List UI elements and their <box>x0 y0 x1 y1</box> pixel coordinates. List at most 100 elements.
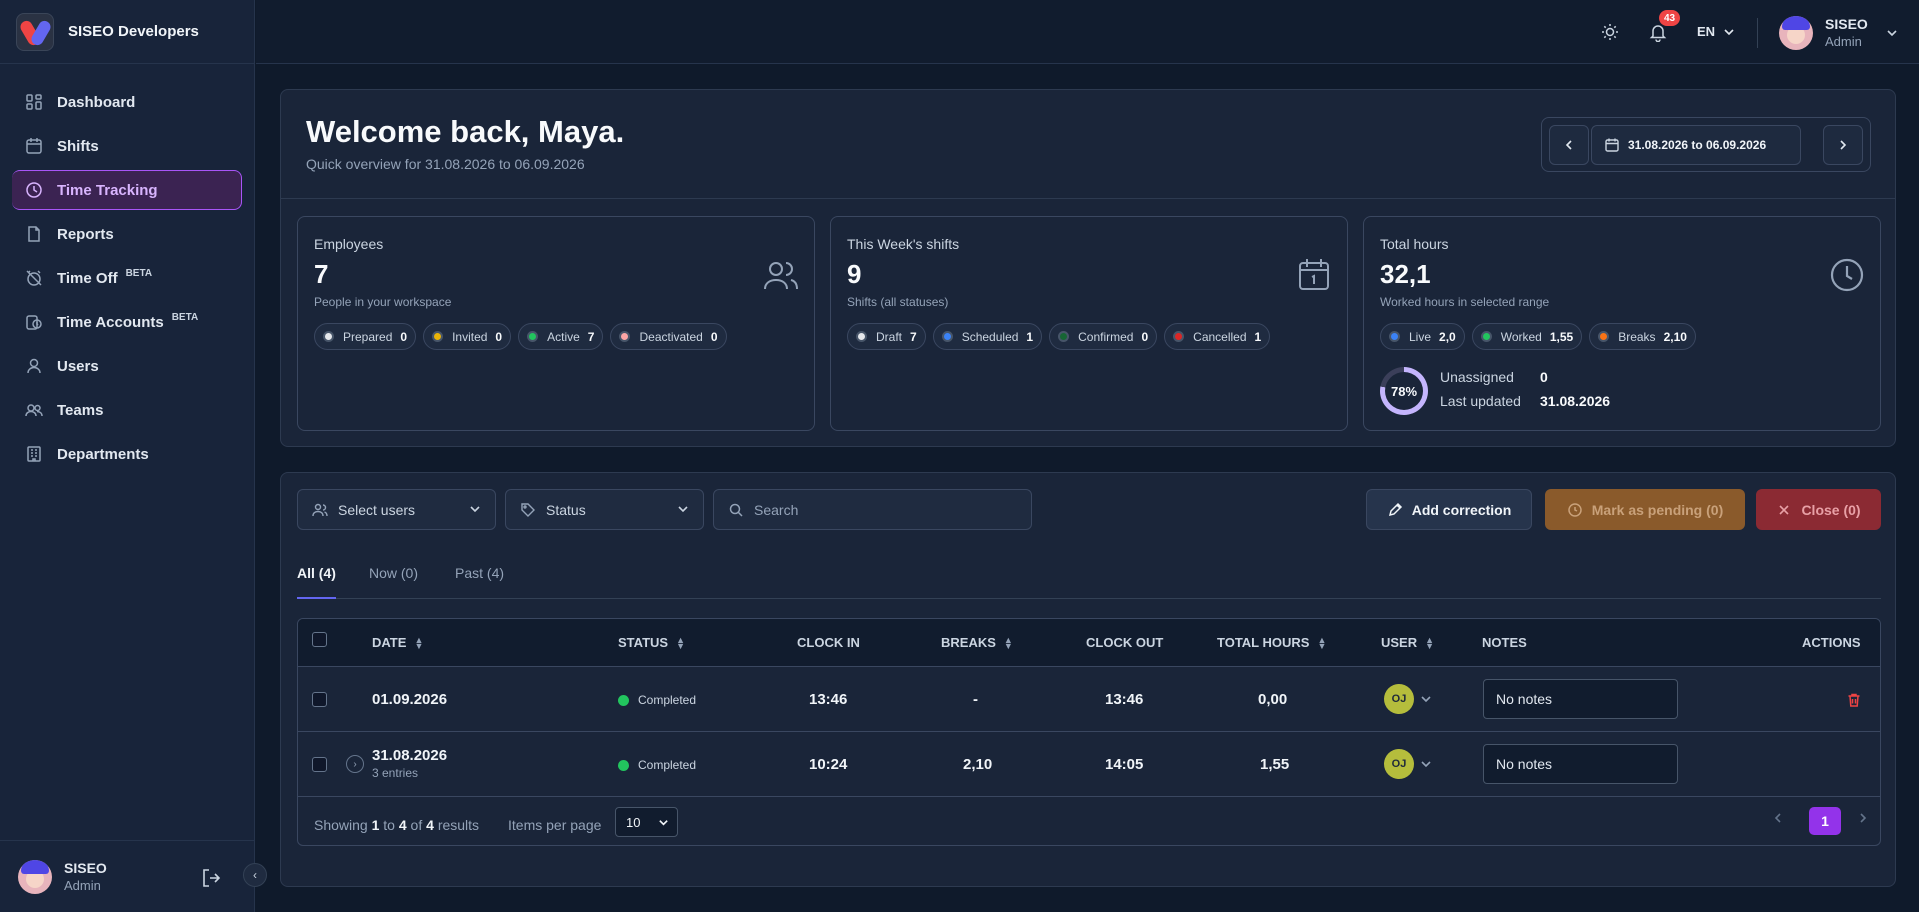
page-subtitle: Quick overview for 31.08.2026 to 06.09.2… <box>306 156 585 172</box>
user-menu[interactable]: SISEO Admin <box>1779 16 1898 50</box>
sun-icon[interactable] <box>1600 22 1620 42</box>
calendar-icon <box>1604 137 1620 153</box>
sidebar-item-departments[interactable]: Departments <box>12 434 242 474</box>
time-entries-table: DATE ▲ ▼ STATUS ▲ ▼ CLOCK IN BREAKS ▲ ▼ CLOCK … <box>297 618 1881 846</box>
user-avatar[interactable]: OJ <box>1384 749 1414 779</box>
sidebar-item-time-accounts[interactable]: Time Accounts BETA <box>12 302 242 342</box>
building-icon <box>25 445 43 463</box>
sidebar-item-label: Time Tracking <box>57 181 158 199</box>
status-dropdown[interactable]: Status <box>505 489 704 530</box>
chevron-right-icon <box>1837 139 1849 151</box>
col-user[interactable]: USER ▲ ▼ <box>1381 635 1434 650</box>
users-icon <box>763 257 799 293</box>
chevron-down-icon <box>677 503 689 515</box>
chip-cancelled: Cancelled 1 <box>1164 323 1271 350</box>
sidebar-item-users[interactable]: Users <box>12 346 242 386</box>
notes-field[interactable]: No notes <box>1483 744 1678 784</box>
sidebar-item-label: Reports <box>57 225 114 243</box>
sidebar-user[interactable]: SISEO Admin <box>0 840 255 912</box>
search-input[interactable]: Search <box>713 489 1032 530</box>
sidebar-item-time-off[interactable]: Time Off BETA <box>12 258 242 298</box>
clock-icon <box>1829 257 1865 293</box>
next-page-icon[interactable] <box>1857 812 1869 824</box>
card-value: 7 <box>314 259 329 289</box>
trash-icon[interactable] <box>1846 692 1862 708</box>
previous-week-button[interactable] <box>1549 125 1589 165</box>
search-placeholder: Search <box>754 501 799 518</box>
row-breaks: - <box>973 691 978 708</box>
add-correction-button[interactable]: Add correction <box>1366 489 1532 530</box>
close-entries-button[interactable]: Close (0) <box>1756 489 1881 530</box>
row-checkbox[interactable] <box>312 757 327 772</box>
tab-past[interactable]: Past (4) <box>455 563 504 599</box>
page-button-current[interactable]: 1 <box>1809 807 1841 835</box>
sidebar-item-reports[interactable]: Reports <box>12 214 242 254</box>
history-icon <box>1567 502 1583 518</box>
chevron-down-icon[interactable] <box>1420 693 1432 705</box>
chevron-down-icon[interactable] <box>1420 758 1432 770</box>
collapse-sidebar-button[interactable]: ‹ <box>243 863 267 887</box>
row-clock-in: 10:24 <box>809 756 848 773</box>
beta-badge: BETA <box>171 311 199 323</box>
row-clock-out: 13:46 <box>1105 691 1144 708</box>
avatar <box>1779 16 1813 50</box>
users-icon <box>312 502 328 518</box>
user-role: Admin <box>64 877 101 893</box>
chip-worked: Worked 1,55 <box>1471 323 1583 350</box>
chip-deactivated: Deactivated 0 <box>610 323 727 350</box>
next-week-button[interactable] <box>1823 125 1863 165</box>
add-correction-label: Add correction <box>1411 501 1512 518</box>
table-row[interactable]: 01.09.2026 Completed 13:46 - 13:46 0,00 … <box>298 667 1880 732</box>
tab-all[interactable]: All (4) <box>297 563 336 599</box>
tab-now[interactable]: Now (0) <box>369 563 418 599</box>
user-role: Admin <box>1825 34 1862 49</box>
total-hours-card: Total hours 32,1 Worked hours in selecte… <box>1363 216 1881 431</box>
items-per-page-label: Items per page <box>508 817 602 833</box>
chip-scheduled: Scheduled 1 <box>932 323 1043 350</box>
date-range-button[interactable]: 31.08.2026 to 06.09.2026 <box>1591 125 1801 165</box>
card-subtitle: People in your workspace <box>314 295 452 309</box>
items-per-page-select[interactable]: 10 <box>615 807 678 837</box>
col-breaks[interactable]: BREAKS ▲ ▼ <box>941 635 1013 650</box>
chevron-down-icon <box>1886 27 1898 39</box>
col-total-hours[interactable]: TOTAL HOURS ▲ ▼ <box>1217 635 1326 650</box>
app-root: SISEO Developers Dashboard Shifts Time T… <box>0 0 1919 912</box>
tag-icon <box>520 502 536 518</box>
chevron-down-icon <box>1723 26 1735 38</box>
page-title: Welcome back, Maya. <box>306 114 625 149</box>
progress-label: 78% <box>1385 372 1423 410</box>
status-label: Status <box>546 501 586 518</box>
shift-status-chips: Draft 7 Scheduled 1 Confirmed 0 Cancelled 1 <box>847 323 1271 350</box>
logout-icon[interactable] <box>200 867 222 889</box>
sidebar-item-teams[interactable]: Teams <box>12 390 242 430</box>
col-status[interactable]: STATUS ▲ ▼ <box>618 635 685 650</box>
notes-field[interactable]: No notes <box>1483 679 1678 719</box>
card-title: This Week's shifts <box>847 236 960 252</box>
sidebar-item-time-tracking[interactable]: Time Tracking <box>12 170 242 210</box>
chip-breaks: Breaks 2,10 <box>1589 323 1696 350</box>
sidebar-item-shifts[interactable]: Shifts <box>12 126 242 166</box>
language-selector[interactable]: EN <box>1697 24 1735 39</box>
row-checkbox[interactable] <box>312 692 327 707</box>
user-name: SISEO <box>1825 16 1868 32</box>
sidebar-item-dashboard[interactable]: Dashboard <box>12 82 242 122</box>
last-updated-stat: Last updated 31.08.2026 <box>1440 393 1611 409</box>
date-range-label: 31.08.2026 to 06.09.2026 <box>1628 138 1767 152</box>
previous-page-icon[interactable] <box>1772 812 1784 824</box>
row-total-hours: 0,00 <box>1258 691 1288 708</box>
col-date[interactable]: DATE ▲ ▼ <box>372 635 423 650</box>
avatar <box>18 859 52 894</box>
hours-chips: Live 2,0 Worked 1,55 Breaks 2,10 <box>1380 323 1696 350</box>
row-total-hours: 1,55 <box>1260 756 1290 773</box>
user-avatar[interactable]: OJ <box>1384 684 1414 714</box>
brand[interactable]: SISEO Developers <box>0 0 254 64</box>
select-all-checkbox[interactable] <box>312 632 327 647</box>
sidebar-nav: Dashboard Shifts Time Tracking Reports T… <box>0 64 254 474</box>
sidebar: SISEO Developers Dashboard Shifts Time T… <box>0 0 255 912</box>
date-range-picker: 31.08.2026 to 06.09.2026 <box>1541 117 1871 172</box>
select-users-dropdown[interactable]: Select users <box>297 489 496 530</box>
mark-as-pending-button[interactable]: Mark as pending (0) <box>1545 489 1745 530</box>
table-row[interactable]: › 31.08.2026 3 entries Completed 10:24 2,… <box>298 732 1880 797</box>
expand-row-icon[interactable]: › <box>346 755 364 773</box>
topbar-divider <box>1757 18 1758 48</box>
